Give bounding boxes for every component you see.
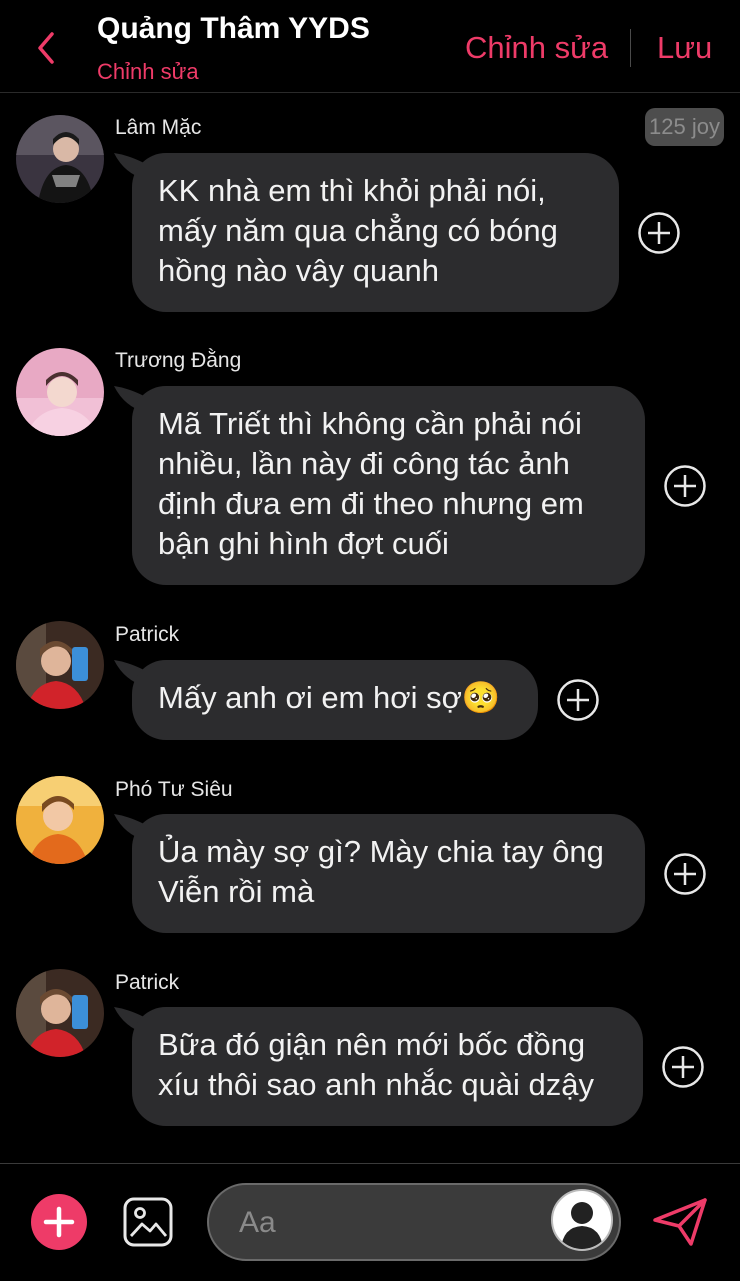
avatar[interactable] — [16, 348, 104, 436]
add-reaction-icon[interactable] — [556, 678, 600, 722]
sender-name: Trương Đằng — [115, 349, 242, 372]
message-line: nhiều, lần này đi công tác ảnh — [158, 446, 570, 481]
send-icon[interactable] — [651, 1196, 709, 1248]
header-divider — [630, 29, 631, 67]
avatar[interactable] — [16, 969, 104, 1057]
save-button[interactable]: Lưu — [657, 30, 712, 66]
message-line: mấy năm qua chẳng có bóng — [158, 213, 558, 248]
message-bubble[interactable]: Bữa đó giận nên mới bốc đồng xíu thôi sa… — [132, 1007, 643, 1126]
add-reaction-icon[interactable] — [637, 211, 681, 255]
sender-name: Lâm Mặc — [115, 116, 202, 139]
message-bubble[interactable]: Mã Triết thì không cần phải nói nhiều, l… — [132, 386, 645, 585]
persona-avatar-icon[interactable] — [551, 1189, 613, 1251]
message-input[interactable] — [237, 1185, 541, 1261]
edit-button[interactable]: Chỉnh sửa — [465, 30, 608, 66]
chat-title: Quảng Thâm YYDS — [97, 12, 370, 45]
message-line: Mã Triết thì không cần phải nói — [158, 406, 582, 441]
message-bubble[interactable]: Ủa mày sợ gì? Mày chia tay ông Viễn rồi … — [132, 814, 645, 933]
add-reaction-icon[interactable] — [663, 464, 707, 508]
avatar[interactable] — [16, 115, 104, 203]
back-button[interactable] — [26, 26, 66, 70]
message-line: KK nhà em thì khỏi phải nói, — [158, 173, 546, 208]
sender-name: Patrick — [115, 623, 180, 646]
chat-header: Quảng Thâm YYDS Chỉnh sửa Chỉnh sửa Lưu — [0, 0, 740, 93]
chat-subtitle[interactable]: Chỉnh sửa — [97, 59, 199, 85]
message-line: Bữa đó giận nên mới bốc đồng — [158, 1027, 586, 1062]
message-composer — [207, 1183, 621, 1261]
message-line: định đưa em đi theo nhưng em — [158, 486, 584, 521]
message-bubble[interactable]: KK nhà em thì khỏi phải nói, mấy năm qua… — [132, 153, 619, 312]
avatar[interactable] — [16, 621, 104, 709]
sender-name: Patrick — [115, 971, 180, 994]
message-line: Viễn rồi mà — [158, 874, 315, 909]
add-button[interactable] — [31, 1194, 87, 1250]
message-line: hồng nào vây quanh — [158, 253, 439, 288]
chevron-left-icon — [38, 32, 54, 64]
message-line: bận ghi hình đợt cuối — [158, 526, 449, 561]
message-line: Ủa mày sợ gì? Mày chia tay ông — [158, 834, 604, 869]
add-reaction-icon[interactable] — [663, 852, 707, 896]
message-bubble[interactable]: Mấy anh ơi em hơi sợ🥺 — [132, 660, 538, 740]
composer-divider — [0, 1163, 740, 1164]
image-icon[interactable] — [122, 1196, 174, 1248]
joy-badge: 125 joy — [645, 108, 724, 146]
message-line: Mấy anh ơi em hơi sợ🥺 — [158, 680, 501, 715]
add-reaction-icon[interactable] — [661, 1045, 705, 1089]
message-line: xíu thôi sao anh nhắc quài dzậy — [158, 1067, 595, 1102]
chat-screen: Quảng Thâm YYDS Chỉnh sửa Chỉnh sửa Lưu … — [0, 0, 740, 1281]
avatar[interactable] — [16, 776, 104, 864]
plus-icon — [43, 1206, 75, 1238]
sender-name: Phó Tư Siêu — [115, 778, 233, 801]
